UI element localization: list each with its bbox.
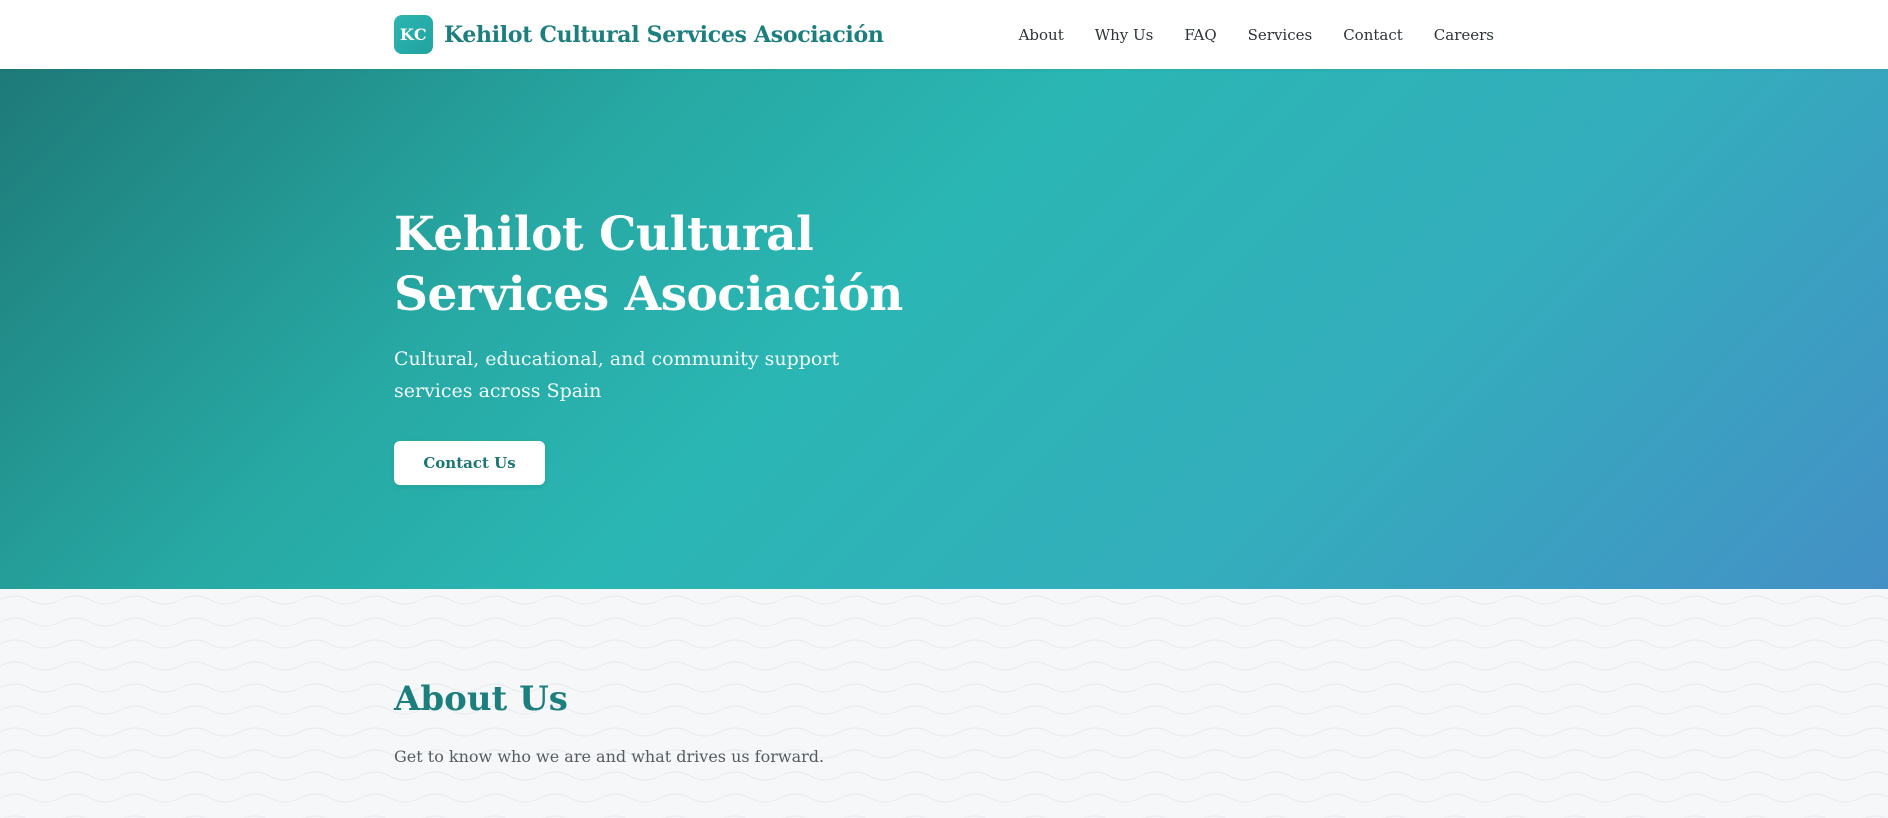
- nav-link-careers[interactable]: Careers: [1434, 26, 1494, 44]
- hero-subtitle: Cultural, educational, and community sup…: [394, 348, 840, 402]
- brand-link[interactable]: KC Kehilot Cultural Services Asociación: [394, 15, 884, 54]
- nav-link-services[interactable]: Services: [1248, 26, 1313, 44]
- hero-title: Kehilot Cultural Services Asociación: [394, 207, 903, 322]
- main-nav: About Why Us FAQ Services Contact Career…: [1019, 26, 1494, 44]
- brand-name: Kehilot Cultural Services Asociación: [444, 21, 884, 48]
- about-intro-text: Get to know who we are and what drives u…: [394, 747, 825, 766]
- nav-link-faq[interactable]: FAQ: [1184, 26, 1216, 44]
- about-section: About Us Get to know who we are and what…: [0, 589, 1888, 818]
- nav-link-why-us[interactable]: Why Us: [1095, 26, 1154, 44]
- contact-us-button[interactable]: Contact Us: [394, 441, 545, 485]
- nav-link-about[interactable]: About: [1019, 26, 1064, 44]
- hero-section: Kehilot Cultural Services Asociación Cul…: [0, 69, 1888, 589]
- site-header: KC Kehilot Cultural Services Asociación …: [0, 0, 1888, 69]
- about-title: About Us: [394, 679, 568, 719]
- nav-link-contact[interactable]: Contact: [1343, 26, 1403, 44]
- logo-mark: KC: [394, 15, 433, 54]
